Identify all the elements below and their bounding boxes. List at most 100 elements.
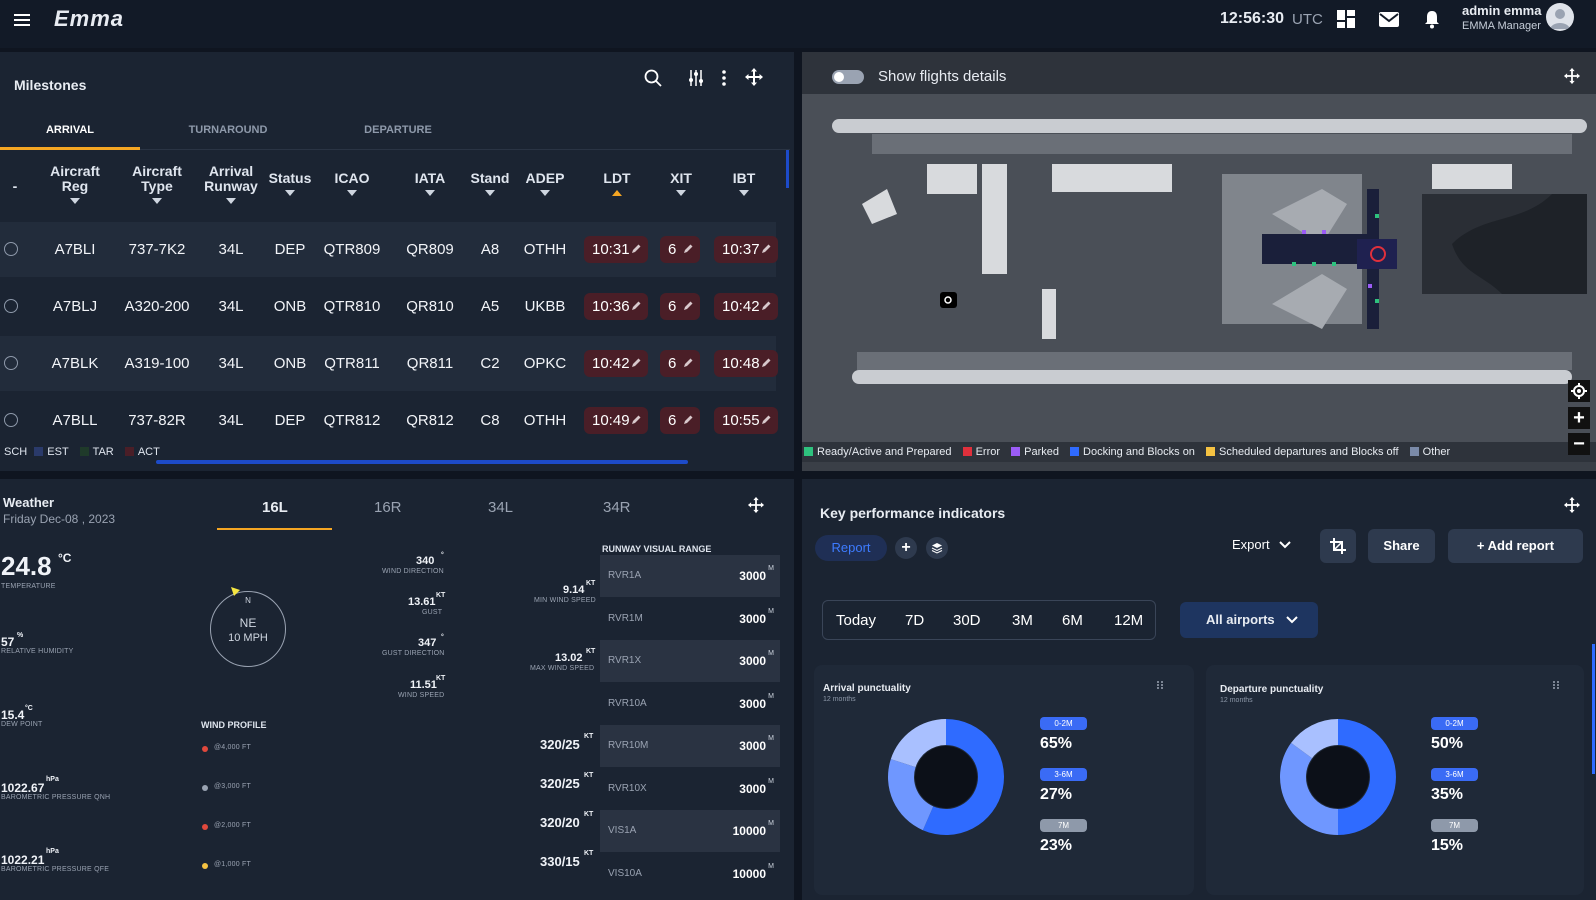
map-zoom-in-icon[interactable]: +	[1568, 407, 1590, 429]
tab-runway-16l[interactable]: 16L	[262, 499, 288, 516]
edit-pencil-icon[interactable]	[760, 414, 772, 426]
tab-turnaround[interactable]: TURNAROUND	[158, 124, 298, 136]
arrival-pct-3-6m: 27%	[1040, 786, 1073, 803]
dashboard-layout-icon[interactable]	[1336, 9, 1356, 29]
row-select-radio[interactable]	[4, 299, 18, 313]
row-select-radio[interactable]	[4, 413, 18, 427]
compass-speed: 10 MPH	[228, 632, 268, 644]
runway-south	[852, 370, 1572, 384]
user-avatar[interactable]	[1546, 3, 1574, 31]
cell-type: 737-7K2	[128, 241, 186, 258]
flights-details-toggle[interactable]	[832, 70, 864, 84]
range-6m[interactable]: 6M	[1062, 612, 1083, 629]
col-header-ibt[interactable]: IBT	[714, 171, 774, 196]
col-header-stand[interactable]: Stand	[460, 171, 520, 196]
map-recenter-icon[interactable]	[1568, 380, 1590, 402]
cell-xit-editable[interactable]: 6	[660, 293, 700, 320]
col-header-ldt[interactable]: LDT	[587, 171, 647, 196]
wind-direction-arrow-icon	[231, 587, 240, 596]
col-header-iata[interactable]: IATA	[400, 171, 460, 196]
search-icon[interactable]	[643, 68, 663, 88]
cell-xit-editable[interactable]: 6	[660, 350, 700, 377]
legend-error-swatch	[962, 447, 972, 456]
cell-xit-editable[interactable]: 6	[660, 236, 700, 263]
tab-arrival[interactable]: ARRIVAL	[0, 124, 140, 136]
qnh-label: BAROMETRIC PRESSURE QNH	[1, 794, 111, 801]
edit-pencil-icon[interactable]	[682, 243, 694, 255]
layers-icon[interactable]	[926, 537, 948, 559]
cell-ibt-editable[interactable]: 10:37	[714, 236, 778, 263]
col-header-adep[interactable]: ADEP	[515, 171, 575, 196]
map-move-drag-icon[interactable]	[1562, 66, 1582, 86]
col-header-aircraft-reg[interactable]: Aircraft Reg	[40, 164, 110, 204]
arrival-card-drag-icon[interactable]	[1154, 679, 1166, 691]
more-options-icon[interactable]	[716, 68, 732, 88]
map-zoom-out-icon[interactable]: −	[1568, 433, 1590, 455]
export-dropdown[interactable]: Export	[1232, 537, 1291, 552]
horizontal-scrollbar[interactable]	[156, 460, 688, 464]
report-button[interactable]: Report	[815, 535, 887, 561]
edit-pencil-icon[interactable]	[630, 243, 642, 255]
legend-est: EST	[47, 446, 69, 458]
kpi-move-drag-icon[interactable]	[1562, 495, 1582, 515]
row-select-radio[interactable]	[4, 242, 18, 256]
cell-ibt-editable[interactable]: 10:48	[714, 350, 778, 377]
table-row[interactable]: A7BLJ A320-200 34L ONB QTR810 QR810 A5 UKBB 10:3…	[0, 279, 778, 334]
cell-ibt-editable[interactable]: 10:55	[714, 407, 778, 434]
departure-card-drag-icon[interactable]	[1550, 679, 1562, 691]
edit-pencil-icon[interactable]	[682, 414, 694, 426]
hamburger-menu-icon[interactable]	[12, 10, 32, 30]
add-report-tab-icon[interactable]: +	[895, 537, 917, 559]
wind-profile-unit: KT	[584, 850, 594, 857]
tab-runway-16r[interactable]: 16R	[374, 499, 402, 516]
range-7d[interactable]: 7D	[905, 612, 924, 629]
edit-pencil-icon[interactable]	[682, 300, 694, 312]
tab-departure[interactable]: DEPARTURE	[328, 124, 468, 136]
tab-runway-34r[interactable]: 34R	[603, 499, 631, 516]
airport-map[interactable]	[802, 94, 1596, 449]
donut-hole	[1307, 746, 1369, 808]
rvr-name: RVR1X	[608, 655, 642, 666]
table-row[interactable]: A7BLI 737-7K2 34L DEP QTR809 QR809 A8 OTHH 10:31…	[0, 222, 778, 277]
weather-move-drag-icon[interactable]	[746, 495, 766, 515]
range-12m[interactable]: 12M	[1114, 612, 1143, 629]
col-header-icao[interactable]: ICAO	[322, 171, 382, 196]
col-header-xit[interactable]: XIT	[651, 171, 711, 196]
edit-pencil-icon[interactable]	[760, 243, 772, 255]
cell-ldt-editable[interactable]: 10:42	[584, 350, 648, 377]
range-today[interactable]: Today	[836, 612, 876, 629]
col-header-arrival-runway[interactable]: Arrival Runway	[196, 164, 266, 204]
edit-pencil-icon[interactable]	[682, 357, 694, 369]
range-3m[interactable]: 3M	[1012, 612, 1033, 629]
filter-sliders-icon[interactable]	[686, 68, 706, 88]
edit-pencil-icon[interactable]	[630, 414, 642, 426]
edit-pencil-icon[interactable]	[630, 300, 642, 312]
cell-ldt-editable[interactable]: 10:36	[584, 293, 648, 320]
cell-xit-editable[interactable]: 6	[660, 407, 700, 434]
row-select-radio[interactable]	[4, 356, 18, 370]
tab-runway-34l[interactable]: 34L	[488, 499, 513, 516]
col-header-status[interactable]: Status	[260, 171, 320, 196]
crop-icon[interactable]	[1320, 529, 1356, 563]
share-button[interactable]: Share	[1368, 529, 1435, 563]
min-wind-speed-label: MIN WIND SPEED	[534, 597, 596, 604]
col-header-aircraft-type[interactable]: Aircraft Type	[122, 164, 192, 204]
table-row[interactable]: A7BLL 737-82R 34L DEP QTR812 QR812 C8 OTHH 10:49…	[0, 393, 778, 448]
milestones-panel: Milestones ARRIVAL TURNAROUND DEPARTURE …	[0, 52, 794, 471]
edit-pencil-icon[interactable]	[760, 300, 772, 312]
rvr-name: RVR1M	[608, 612, 643, 624]
cell-ibt-editable[interactable]: 10:42	[714, 293, 778, 320]
edit-pencil-icon[interactable]	[630, 357, 642, 369]
move-drag-icon[interactable]	[744, 67, 764, 87]
airports-dropdown[interactable]: All airports	[1180, 602, 1318, 638]
vertical-scrollbar[interactable]	[786, 150, 789, 188]
kpi-scrollbar[interactable]	[1592, 644, 1595, 774]
mail-icon[interactable]	[1378, 9, 1400, 29]
cell-ldt-editable[interactable]: 10:31	[584, 236, 648, 263]
range-30d[interactable]: 30D	[953, 612, 981, 629]
cell-ldt-editable[interactable]: 10:49	[584, 407, 648, 434]
notification-bell-icon[interactable]	[1422, 8, 1442, 30]
table-row[interactable]: A7BLK A319-100 34L ONB QTR811 QR811 C2 OPKC 10:4…	[0, 336, 778, 391]
edit-pencil-icon[interactable]	[760, 357, 772, 369]
add-report-button[interactable]: + Add report	[1448, 529, 1583, 563]
